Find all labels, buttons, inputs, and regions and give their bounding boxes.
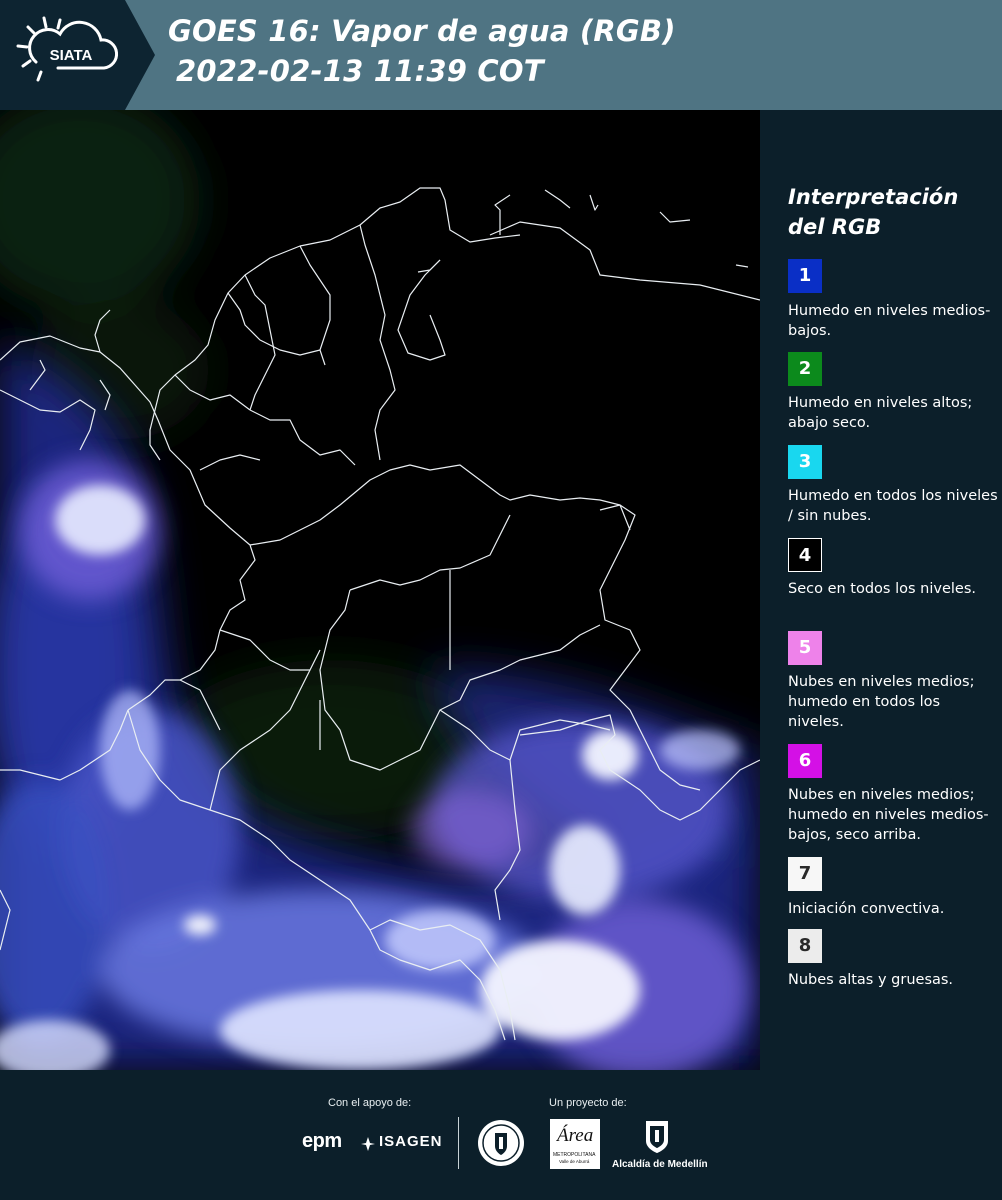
legend-swatch-6: 6 [788,744,822,778]
legend-swatch-4: 4 [788,538,822,572]
legend-swatch-8: 8 [788,929,822,963]
legend-desc-2: Humedo en niveles altos; abajo seco. [788,395,973,431]
page-title: GOES 16: Vapor de agua (RGB) [168,14,676,48]
legend-number: 4 [798,545,812,566]
legend-title: Interpretación del RGB [788,185,959,239]
legend-desc-1: Humedo en niveles medios-bajos. [788,303,991,339]
siata-logo-graphic: SIATA [0,0,155,110]
support-caption: Con el apoyo de: [328,1097,412,1109]
area-metropolitana-logo: Área METROPOLITANA Valle de Aburrá [550,1119,600,1169]
legend-swatch-3: 3 [788,445,822,479]
epm-logo: epm [302,1130,342,1152]
seal-logo [476,1118,526,1168]
isagen-icon [361,1137,375,1151]
timestamp: 2022-02-13 11:39 COT [176,54,544,88]
legend-desc-4: Seco en todos los niveles. [788,581,976,597]
legend-number: 2 [798,358,812,379]
area-line1-text: METROPOLITANA [553,1152,596,1158]
satellite-map [0,110,760,1070]
legend-panel: Interpretación del RGB 1 Humedo en nivel… [760,110,1002,1070]
seal-icon [478,1120,524,1166]
medellin-logo-text: Alcaldía de Medellín [612,1159,708,1170]
isagen-logo: ISAGEN [379,1133,443,1150]
legend-desc-5: Nubes en niveles medios; humedo en todos… [788,674,975,730]
medellin-shield [644,1119,670,1155]
header-bar: SIATA GOES 16: Vapor de agua (RGB) 2022-… [0,0,1002,110]
project-caption: Un proyecto de: [549,1097,627,1109]
legend-desc-3: Humedo en todos los niveles / sin nubes. [788,488,998,524]
legend-swatch-2: 2 [788,352,822,386]
legend-number: 6 [798,750,812,771]
isagen-logo-mark [360,1136,376,1152]
footer-divider [458,1117,459,1169]
siata-logo: SIATA [0,0,155,110]
legend-desc-7: Iniciación convectiva. [788,901,945,917]
footer: Con el apoyo de: Un proyecto de: epm ISA… [0,1070,1002,1200]
legend-swatch-1: 1 [788,259,822,293]
legend-number: 3 [798,451,812,472]
legend-number: 7 [798,863,812,884]
area-line2-text: Valle de Aburrá [559,1159,590,1164]
area-script-text: Área [557,1125,594,1146]
legend-swatch-5: 5 [788,631,822,665]
legend-desc-6: Nubes en niveles medios; humedo en nivel… [788,787,989,843]
legend-number: 1 [798,265,812,286]
svg-text:SIATA: SIATA [50,47,93,64]
legend-number: 8 [798,935,812,956]
legend-desc-8: Nubes altas y gruesas. [788,972,954,988]
medellin-shield-icon [646,1121,668,1153]
satellite-image [0,110,760,1070]
legend-swatch-7: 7 [788,857,822,891]
legend-number: 5 [798,637,812,658]
